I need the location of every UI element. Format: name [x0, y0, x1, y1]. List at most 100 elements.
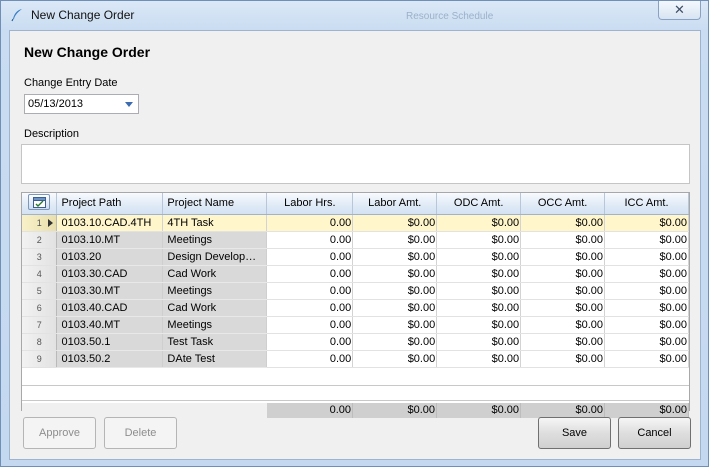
table-row[interactable]: 8 0103.50.1 Test Task 0.00 $0.00 $0.00 $…: [22, 333, 689, 351]
cell-occ-amt[interactable]: $0.00: [520, 214, 606, 232]
table-row[interactable]: 4 0103.30.CAD Cad Work 0.00 $0.00 $0.00 …: [22, 265, 689, 283]
cell-icc-amt[interactable]: $0.00: [604, 282, 689, 300]
cell-icc-amt[interactable]: $0.00: [604, 248, 689, 266]
cell-occ-amt[interactable]: $0.00: [520, 265, 606, 283]
column-header-labor-hrs[interactable]: Labor Hrs.: [266, 193, 354, 215]
row-header[interactable]: 4: [22, 265, 58, 283]
cell-labor-hrs[interactable]: 0.00: [266, 231, 354, 249]
cell-labor-amt[interactable]: $0.00: [352, 231, 438, 249]
cell-project-path[interactable]: 0103.30.CAD: [56, 265, 164, 283]
cancel-button[interactable]: Cancel: [618, 417, 691, 449]
column-chooser-button[interactable]: [28, 194, 51, 211]
cell-labor-amt[interactable]: $0.00: [352, 333, 438, 351]
cell-occ-amt[interactable]: $0.00: [520, 333, 606, 351]
table-row[interactable]: 2 0103.10.MT Meetings 0.00 $0.00 $0.00 $…: [22, 231, 689, 249]
table-row[interactable]: 6 0103.40.CAD Cad Work 0.00 $0.00 $0.00 …: [22, 299, 689, 317]
cell-odc-amt[interactable]: $0.00: [436, 214, 522, 232]
cell-labor-amt[interactable]: $0.00: [352, 265, 438, 283]
cell-project-name[interactable]: Design Develop…: [162, 248, 268, 266]
row-header[interactable]: 9: [22, 350, 58, 368]
cell-project-path[interactable]: 0103.50.2: [56, 350, 164, 368]
cell-labor-amt[interactable]: $0.00: [352, 214, 438, 232]
cell-icc-amt[interactable]: $0.00: [604, 231, 689, 249]
column-header-occ-amt[interactable]: OCC Amt.: [520, 193, 606, 215]
row-header[interactable]: 5: [22, 282, 58, 300]
cell-odc-amt[interactable]: $0.00: [436, 316, 522, 334]
close-icon: ✕: [674, 2, 685, 17]
cell-project-path[interactable]: 0103.40.MT: [56, 316, 164, 334]
cell-project-name[interactable]: 4TH Task: [162, 214, 268, 232]
cell-project-path[interactable]: 0103.10.CAD.4TH: [56, 214, 164, 232]
cell-labor-hrs[interactable]: 0.00: [266, 282, 354, 300]
cell-icc-amt[interactable]: $0.00: [604, 265, 689, 283]
cell-icc-amt[interactable]: $0.00: [604, 214, 689, 232]
table-row[interactable]: 7 0103.40.MT Meetings 0.00 $0.00 $0.00 $…: [22, 316, 689, 334]
cell-odc-amt[interactable]: $0.00: [436, 265, 522, 283]
row-header[interactable]: 6: [22, 299, 58, 317]
cell-labor-hrs[interactable]: 0.00: [266, 299, 354, 317]
cell-occ-amt[interactable]: $0.00: [520, 282, 606, 300]
column-header-icc-amt[interactable]: ICC Amt.: [604, 193, 689, 215]
cell-occ-amt[interactable]: $0.00: [520, 316, 606, 334]
cell-project-path[interactable]: 0103.10.MT: [56, 231, 164, 249]
cell-labor-amt[interactable]: $0.00: [352, 316, 438, 334]
cell-project-name[interactable]: DAte Test: [162, 350, 268, 368]
cell-project-name[interactable]: Test Task: [162, 333, 268, 351]
save-button[interactable]: Save: [538, 417, 611, 449]
cell-icc-amt[interactable]: $0.00: [604, 333, 689, 351]
cell-project-name[interactable]: Meetings: [162, 282, 268, 300]
table-row[interactable]: 1 0103.10.CAD.4TH 4TH Task 0.00 $0.00 $0…: [22, 214, 689, 232]
column-header-project-name[interactable]: Project Name: [162, 193, 268, 215]
cell-odc-amt[interactable]: $0.00: [436, 333, 522, 351]
cell-odc-amt[interactable]: $0.00: [436, 299, 522, 317]
cell-project-path[interactable]: 0103.40.CAD: [56, 299, 164, 317]
description-input[interactable]: [21, 144, 690, 184]
cell-labor-hrs[interactable]: 0.00: [266, 248, 354, 266]
entry-date-picker[interactable]: 05/13/2013: [24, 94, 139, 114]
row-header[interactable]: 3: [22, 248, 58, 266]
cell-project-name[interactable]: Cad Work: [162, 299, 268, 317]
cell-labor-hrs[interactable]: 0.00: [266, 265, 354, 283]
cell-labor-hrs[interactable]: 0.00: [266, 350, 354, 368]
cell-occ-amt[interactable]: $0.00: [520, 299, 606, 317]
approve-button[interactable]: Approve: [23, 417, 96, 449]
cell-labor-hrs[interactable]: 0.00: [266, 316, 354, 334]
cell-labor-amt[interactable]: $0.00: [352, 299, 438, 317]
column-header-odc-amt[interactable]: ODC Amt.: [436, 193, 522, 215]
cell-project-name[interactable]: Cad Work: [162, 265, 268, 283]
cell-labor-hrs[interactable]: 0.00: [266, 214, 354, 232]
close-button[interactable]: ✕: [658, 1, 701, 20]
cell-icc-amt[interactable]: $0.00: [604, 316, 689, 334]
cell-occ-amt[interactable]: $0.00: [520, 248, 606, 266]
delete-button[interactable]: Delete: [104, 417, 177, 449]
cell-project-path[interactable]: 0103.30.MT: [56, 282, 164, 300]
cell-labor-hrs[interactable]: 0.00: [266, 333, 354, 351]
cell-occ-amt[interactable]: $0.00: [520, 231, 606, 249]
table-row[interactable]: 9 0103.50.2 DAte Test 0.00 $0.00 $0.00 $…: [22, 350, 689, 368]
chevron-down-icon[interactable]: [121, 95, 138, 113]
row-header[interactable]: 7: [22, 316, 58, 334]
table-row[interactable]: 3 0103.20 Design Develop… 0.00 $0.00 $0.…: [22, 248, 689, 266]
cell-odc-amt[interactable]: $0.00: [436, 231, 522, 249]
new-row-input[interactable]: [22, 385, 689, 401]
cell-odc-amt[interactable]: $0.00: [436, 350, 522, 368]
cell-icc-amt[interactable]: $0.00: [604, 350, 689, 368]
column-header-project-path[interactable]: Project Path: [56, 193, 164, 215]
cell-labor-amt[interactable]: $0.00: [352, 282, 438, 300]
cell-labor-amt[interactable]: $0.00: [352, 350, 438, 368]
column-header-labor-amt[interactable]: Labor Amt.: [352, 193, 438, 215]
cell-odc-amt[interactable]: $0.00: [436, 248, 522, 266]
cell-project-name[interactable]: Meetings: [162, 231, 268, 249]
row-header[interactable]: 2: [22, 231, 58, 249]
row-header[interactable]: 8: [22, 333, 58, 351]
row-header[interactable]: 1: [22, 214, 58, 232]
cell-project-path[interactable]: 0103.20: [56, 248, 164, 266]
cell-project-name[interactable]: Meetings: [162, 316, 268, 334]
table-row[interactable]: 5 0103.30.MT Meetings 0.00 $0.00 $0.00 $…: [22, 282, 689, 300]
title-bar[interactable]: New Change Order Resource Schedule ✕: [1, 1, 708, 30]
cell-odc-amt[interactable]: $0.00: [436, 282, 522, 300]
cell-occ-amt[interactable]: $0.00: [520, 350, 606, 368]
cell-project-path[interactable]: 0103.50.1: [56, 333, 164, 351]
cell-labor-amt[interactable]: $0.00: [352, 248, 438, 266]
cell-icc-amt[interactable]: $0.00: [604, 299, 689, 317]
